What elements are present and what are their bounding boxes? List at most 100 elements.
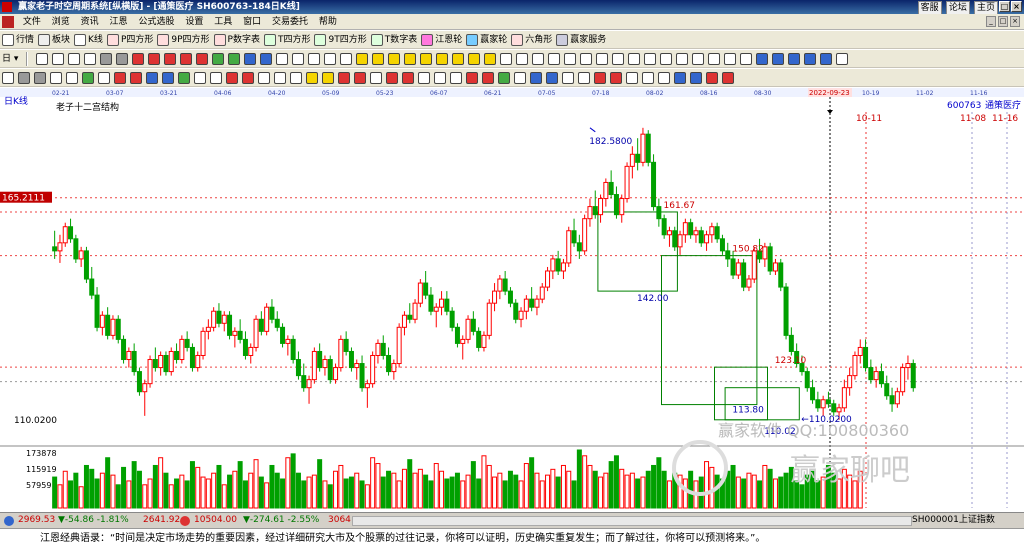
candle-body[interactable] — [645, 133, 651, 163]
candle-body[interactable] — [126, 350, 132, 361]
function-tool-icon[interactable] — [514, 72, 526, 84]
candle-body[interactable] — [709, 226, 715, 236]
candle-body[interactable] — [534, 298, 540, 308]
drawing-tool-icon[interactable] — [532, 53, 545, 65]
candle-body[interactable] — [152, 359, 158, 369]
candle-body[interactable] — [105, 314, 111, 336]
function-tool-icon[interactable] — [210, 72, 222, 84]
candle-body[interactable] — [847, 375, 853, 389]
candle-body[interactable] — [651, 161, 657, 208]
candle-body[interactable] — [110, 318, 116, 336]
drawing-tool-icon[interactable] — [164, 53, 177, 65]
kline-chart[interactable]: 02-21 03-07 03-21 04-06 04-20 05-09 05-23 06-07… — [0, 88, 1024, 512]
function-tool-icon[interactable] — [610, 72, 622, 84]
toolbar-button-p-square[interactable]: P四方形 — [106, 32, 153, 48]
candle-body[interactable] — [566, 230, 572, 264]
menu-settings[interactable]: 设置 — [181, 14, 207, 30]
candle-body[interactable] — [592, 206, 598, 216]
candle-body[interactable] — [423, 282, 429, 296]
candle-body[interactable] — [327, 359, 333, 381]
drawing-tool-icon[interactable] — [676, 53, 689, 65]
candle-body[interactable] — [518, 310, 524, 320]
function-tool-icon[interactable] — [434, 72, 446, 84]
drawing-tool-icon[interactable] — [228, 53, 241, 65]
candle-body[interactable] — [635, 153, 641, 163]
candle-body[interactable] — [582, 218, 588, 252]
candle-body[interactable] — [52, 246, 58, 252]
candle-body[interactable] — [502, 278, 508, 292]
candle-body[interactable] — [555, 258, 561, 272]
candle-body[interactable] — [205, 326, 211, 332]
candle-body[interactable] — [99, 314, 105, 328]
candle-body[interactable] — [476, 330, 482, 348]
candle-body[interactable] — [719, 238, 725, 252]
candle-body[interactable] — [571, 230, 577, 244]
candle-body[interactable] — [810, 387, 816, 401]
drawing-tool-icon[interactable] — [644, 53, 657, 65]
candle-body[interactable] — [195, 354, 201, 369]
function-tool-icon[interactable] — [66, 72, 78, 84]
drawing-tool-icon[interactable] — [788, 53, 801, 65]
candle-body[interactable] — [730, 258, 736, 276]
function-tool-icon[interactable] — [178, 72, 190, 84]
function-tool-icon[interactable] — [34, 72, 46, 84]
candle-body[interactable] — [449, 310, 455, 328]
candle-body[interactable] — [507, 290, 513, 304]
candle-body[interactable] — [608, 181, 614, 196]
candle-body[interactable] — [412, 302, 418, 320]
toolbar-button-t-number[interactable]: T数字表 — [370, 32, 417, 48]
candle-body[interactable] — [772, 262, 778, 272]
drawing-tool-icon[interactable] — [820, 53, 833, 65]
candle-body[interactable] — [311, 350, 317, 381]
candle-body[interactable] — [391, 363, 397, 373]
candle-body[interactable] — [285, 338, 291, 344]
candle-body[interactable] — [619, 198, 625, 216]
menu-trade[interactable]: 交易委托 — [268, 14, 312, 30]
candle-body[interactable] — [354, 363, 360, 369]
candle-body[interactable] — [741, 262, 747, 288]
function-tool-icon[interactable] — [418, 72, 430, 84]
candle-body[interactable] — [348, 350, 354, 369]
drawing-tool-icon[interactable] — [548, 53, 561, 65]
menu-file[interactable]: 文件 — [19, 14, 45, 30]
function-tool-icon[interactable] — [402, 72, 414, 84]
drawing-tool-icon[interactable] — [116, 53, 129, 65]
candle-body[interactable] — [68, 226, 74, 240]
candle-body[interactable] — [820, 399, 826, 409]
candle-body[interactable] — [248, 346, 254, 356]
candle-body[interactable] — [894, 391, 900, 405]
candle-body[interactable] — [269, 306, 275, 320]
candle-body[interactable] — [587, 206, 593, 220]
toolbar-button-hexagon[interactable]: 六角形 — [511, 32, 552, 48]
drawing-tool-icon[interactable] — [724, 53, 737, 65]
function-tool-icon[interactable] — [370, 72, 382, 84]
candle-body[interactable] — [804, 371, 810, 389]
candle-body[interactable] — [301, 375, 307, 389]
candle-body[interactable] — [661, 218, 667, 236]
candle-body[interactable] — [232, 330, 238, 336]
candle-body[interactable] — [380, 342, 386, 356]
drawing-tool-icon[interactable] — [612, 53, 625, 65]
candle-body[interactable] — [900, 367, 906, 393]
drawing-tool-icon[interactable] — [292, 53, 305, 65]
candle-body[interactable] — [253, 318, 259, 348]
candle-body[interactable] — [136, 371, 142, 393]
candle-body[interactable] — [751, 250, 757, 280]
drawing-tool-icon[interactable] — [836, 53, 849, 65]
menu-info[interactable]: 资讯 — [77, 14, 103, 30]
toolbar-button-service[interactable]: 赢家服务 — [556, 32, 606, 48]
function-tool-icon[interactable] — [98, 72, 110, 84]
drawing-tool-icon[interactable] — [468, 53, 481, 65]
candle-body[interactable] — [333, 367, 339, 381]
drawing-tool-icon[interactable] — [36, 53, 49, 65]
function-tool-icon[interactable] — [194, 72, 206, 84]
function-tool-icon[interactable] — [50, 72, 62, 84]
candle-body[interactable] — [401, 314, 407, 328]
toolbar-button-9t-square[interactable]: 9T四方形 — [314, 32, 367, 48]
candle-body[interactable] — [576, 242, 582, 252]
candle-body[interactable] — [163, 354, 169, 373]
candle-body[interactable] — [688, 222, 694, 236]
candle-body[interactable] — [672, 230, 678, 248]
candle-body[interactable] — [598, 198, 604, 216]
candle-body[interactable] — [227, 314, 233, 336]
